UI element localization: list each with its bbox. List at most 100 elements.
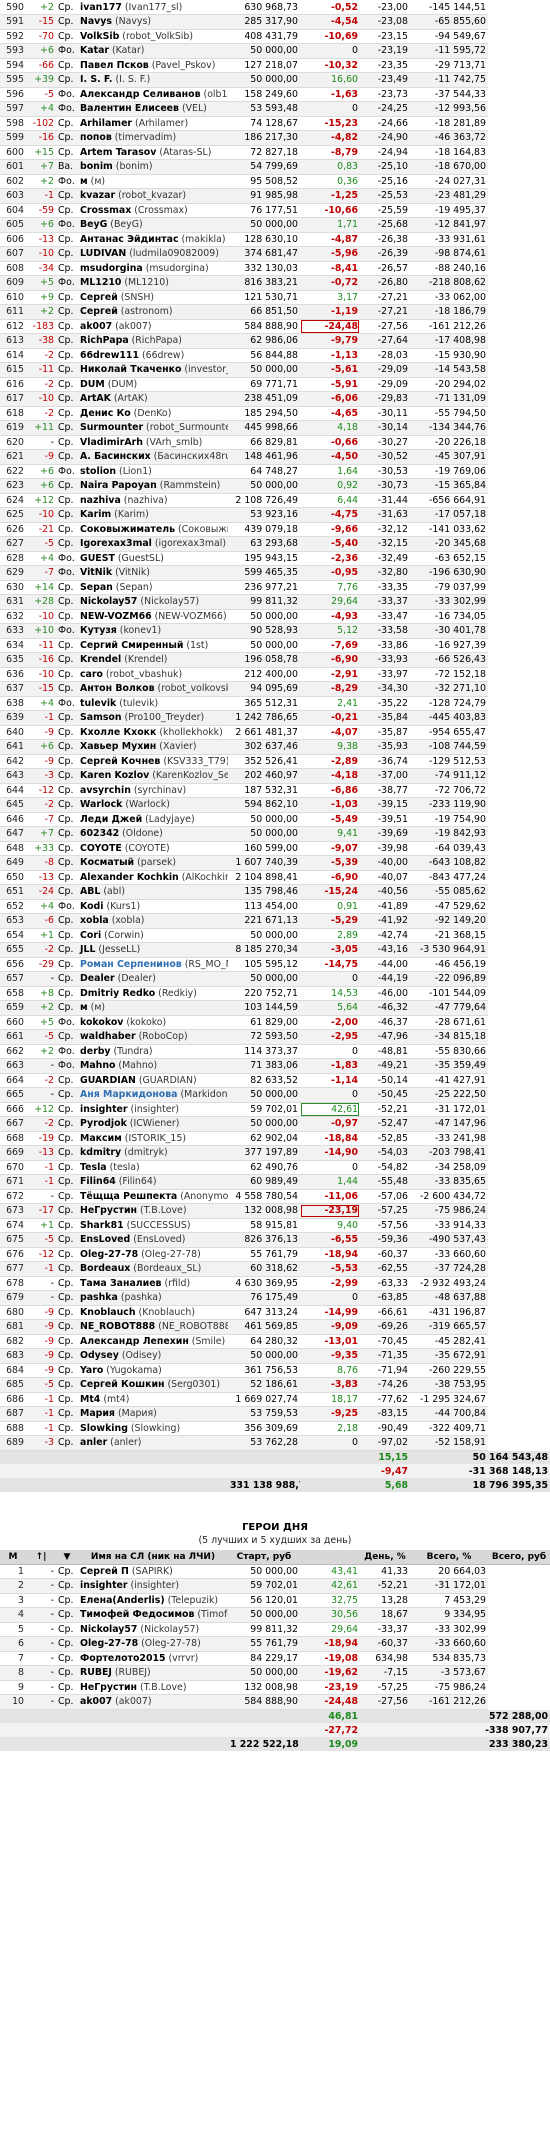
participant-nick[interactable]: RUBEJ bbox=[80, 1667, 112, 1678]
participant-nick[interactable]: LUDIVAN bbox=[80, 248, 126, 259]
name-cell[interactable]: Антанас Эйдинтас (makikla) bbox=[78, 232, 228, 247]
participant-nick[interactable]: Krendel bbox=[80, 654, 121, 665]
participant-nick[interactable]: Surmounter bbox=[80, 422, 143, 433]
name-cell[interactable]: Александр Лепехин (Smile) bbox=[78, 1334, 228, 1349]
name-cell[interactable]: Александр Селиванов (olb112941) bbox=[78, 87, 228, 102]
name-cell[interactable]: avsyrchin (syrchinav) bbox=[78, 783, 228, 798]
participant-nick[interactable]: Cori bbox=[80, 930, 101, 941]
participant-nick[interactable]: waldhaber bbox=[80, 1031, 136, 1042]
name-cell[interactable]: Тама Заналиев (rfild) bbox=[78, 1276, 228, 1291]
name-cell[interactable]: Денис Ко (DenKo) bbox=[78, 406, 228, 421]
name-cell[interactable]: Тимофей Федосимов (Timofey) bbox=[78, 1607, 228, 1623]
name-cell[interactable]: Oleg-27-78 (Oleg-27-78) bbox=[78, 1247, 228, 1262]
name-cell[interactable]: Павел Псков (Pavel_Pskov) bbox=[78, 58, 228, 73]
participant-nick[interactable]: Кхолле Кхокк bbox=[80, 727, 156, 738]
name-cell[interactable]: ML1210 (ML1210) bbox=[78, 275, 228, 291]
participant-nick[interactable]: caro bbox=[80, 669, 103, 680]
name-cell[interactable]: Mahno (Mahno) bbox=[78, 1058, 228, 1074]
name-cell[interactable]: RichPapa (RichPapa) bbox=[78, 333, 228, 349]
participant-nick[interactable]: Александр Лепехин bbox=[80, 1336, 189, 1347]
participant-nick[interactable]: Сергей Кочнев bbox=[80, 756, 160, 767]
name-cell[interactable]: Антон Волков (robot_volkovsky) bbox=[78, 681, 228, 697]
name-cell[interactable]: Artem Tarasov (Ataras-SL) bbox=[78, 145, 228, 160]
participant-nick[interactable]: Хавьер Мухин bbox=[80, 741, 156, 752]
name-cell[interactable]: Сергей (SNSH) bbox=[78, 290, 228, 305]
name-cell[interactable]: Николай Ткаченко (investor_pro) bbox=[78, 362, 228, 378]
name-cell[interactable]: EnsLoved (EnsLoved) bbox=[78, 1232, 228, 1248]
name-cell[interactable]: м (м) bbox=[78, 1000, 228, 1016]
participant-nick[interactable]: 66drew111 bbox=[80, 350, 139, 361]
name-cell[interactable]: Pyrodjok (ICWiener) bbox=[78, 1116, 228, 1132]
participant-nick[interactable]: I. S. F. bbox=[80, 74, 112, 85]
name-cell[interactable]: ABL (abl) bbox=[78, 884, 228, 900]
name-cell[interactable]: BeyG (BeyG) bbox=[78, 217, 228, 233]
participant-nick[interactable]: ak007 bbox=[80, 1696, 112, 1707]
name-cell[interactable]: tulevik (tulevik) bbox=[78, 696, 228, 711]
participant-nick[interactable]: GUEST bbox=[80, 553, 115, 564]
name-cell[interactable]: pashka (pashka) bbox=[78, 1290, 228, 1306]
name-cell[interactable]: Хавьер Мухин (Xavier) bbox=[78, 739, 228, 755]
name-cell[interactable]: Фортелото2015 (vrrvr) bbox=[78, 1651, 228, 1666]
participant-nick[interactable]: Кутузя bbox=[80, 625, 117, 636]
participant-nick[interactable]: Slowking bbox=[80, 1423, 128, 1434]
participant-nick[interactable]: Alexander Kochkin bbox=[80, 872, 179, 883]
participant-nick[interactable]: Karen Kozlov bbox=[80, 770, 149, 781]
name-cell[interactable]: Slowking (Slowking) bbox=[78, 1421, 228, 1436]
participant-nick[interactable]: Фортелото2015 bbox=[80, 1653, 166, 1664]
participant-nick[interactable]: Nickolay57 bbox=[80, 1624, 137, 1635]
participant-nick[interactable]: Косматый bbox=[80, 857, 134, 868]
name-cell[interactable]: Oleg-27-78 (Oleg-27-78) bbox=[78, 1636, 228, 1652]
participant-nick[interactable]: Arhilamer bbox=[80, 118, 132, 129]
participant-nick[interactable]: Nickolay57 bbox=[80, 596, 137, 607]
participant-nick[interactable]: Роман Серпенинов bbox=[80, 959, 182, 970]
participant-nick[interactable]: Sepan bbox=[80, 582, 113, 593]
participant-nick[interactable]: msudorgina bbox=[80, 263, 143, 274]
participant-nick[interactable]: Katar bbox=[80, 45, 109, 56]
name-cell[interactable]: I. S. F. (I. S. F.) bbox=[78, 72, 228, 88]
name-cell[interactable]: Igorexax3mal (igorexax3mal) bbox=[78, 536, 228, 552]
name-cell[interactable]: Mt4 (mt4) bbox=[78, 1392, 228, 1407]
name-cell[interactable]: Yaro (Yugokama) bbox=[78, 1363, 228, 1378]
name-cell[interactable]: Samson (Pro100_Treyder) bbox=[78, 710, 228, 726]
participant-nick[interactable]: VolkSib bbox=[80, 31, 119, 42]
name-cell[interactable]: Bordeaux (Bordeaux_SL) bbox=[78, 1261, 228, 1277]
name-cell[interactable]: LUDIVAN (ludmila09082009) bbox=[78, 246, 228, 262]
name-cell[interactable]: Елена(Anderlis) (Telepuzik) bbox=[78, 1593, 228, 1608]
name-cell[interactable]: VladimirArh (VArh_smlb) bbox=[78, 435, 228, 450]
participant-nick[interactable]: Mt4 bbox=[80, 1394, 100, 1405]
name-cell[interactable]: waldhaber (RoboCop) bbox=[78, 1029, 228, 1045]
name-cell[interactable]: kvazar (robot_kvazar) bbox=[78, 188, 228, 204]
name-cell[interactable]: Тёщща Решпекта (Anonymous_) bbox=[78, 1189, 228, 1204]
name-cell[interactable]: Nickolay57 (Nickolay57) bbox=[78, 1622, 228, 1637]
name-cell[interactable]: Katar (Katar) bbox=[78, 43, 228, 59]
participant-nick[interactable]: Dmitriy Redko bbox=[80, 988, 155, 999]
name-cell[interactable]: Аня Маркидонова (Markidonova) bbox=[78, 1087, 228, 1103]
participant-nick[interactable]: Warlock bbox=[80, 799, 122, 810]
name-cell[interactable]: Karen Kozlov (KarenKozlov_SektaDob) bbox=[78, 768, 228, 784]
name-cell[interactable]: Knoblauch (Knoblauch) bbox=[78, 1305, 228, 1320]
name-cell[interactable]: 66drew111 (66drew) bbox=[78, 348, 228, 363]
participant-nick[interactable]: Сергей П bbox=[80, 1566, 129, 1577]
name-cell[interactable]: nazhiva (nazhiva) bbox=[78, 493, 228, 508]
participant-nick[interactable]: nazhiva bbox=[80, 495, 121, 506]
participant-nick[interactable]: Денис Ко bbox=[80, 408, 131, 419]
name-cell[interactable]: Сергей Кошкин (Serg0301) bbox=[78, 1377, 228, 1393]
name-cell[interactable]: Karim (Karim) bbox=[78, 507, 228, 523]
name-cell[interactable]: Kodi (Kurs1) bbox=[78, 899, 228, 914]
participant-nick[interactable]: ivan177 bbox=[80, 2, 122, 13]
participant-nick[interactable]: Валентин Елисеев bbox=[80, 103, 179, 114]
participant-nick[interactable]: NE_ROBOT888 bbox=[80, 1321, 155, 1332]
name-cell[interactable]: insighter (insighter) bbox=[78, 1578, 228, 1594]
name-cell[interactable]: stolion (Lion1) bbox=[78, 464, 228, 479]
participant-nick[interactable]: 602342 bbox=[80, 828, 119, 839]
name-cell[interactable]: Odysey (Odisey) bbox=[78, 1348, 228, 1364]
participant-nick[interactable]: Тама Заналиев bbox=[80, 1278, 162, 1289]
participant-nick[interactable]: NEW-VOZM66 bbox=[80, 611, 152, 622]
participant-nick[interactable]: pashka bbox=[80, 1292, 118, 1303]
name-cell[interactable]: ArtAK (ArtAK) bbox=[78, 391, 228, 407]
name-cell[interactable]: Роман Серпенинов (RS_MO_NK) bbox=[78, 957, 228, 972]
participant-nick[interactable]: Мария bbox=[80, 1408, 115, 1419]
name-cell[interactable]: ak007 (ak007) bbox=[78, 319, 228, 334]
participant-nick[interactable]: Сергий Смиренный bbox=[80, 640, 183, 651]
name-cell[interactable]: Sepan (Sepan) bbox=[78, 580, 228, 595]
